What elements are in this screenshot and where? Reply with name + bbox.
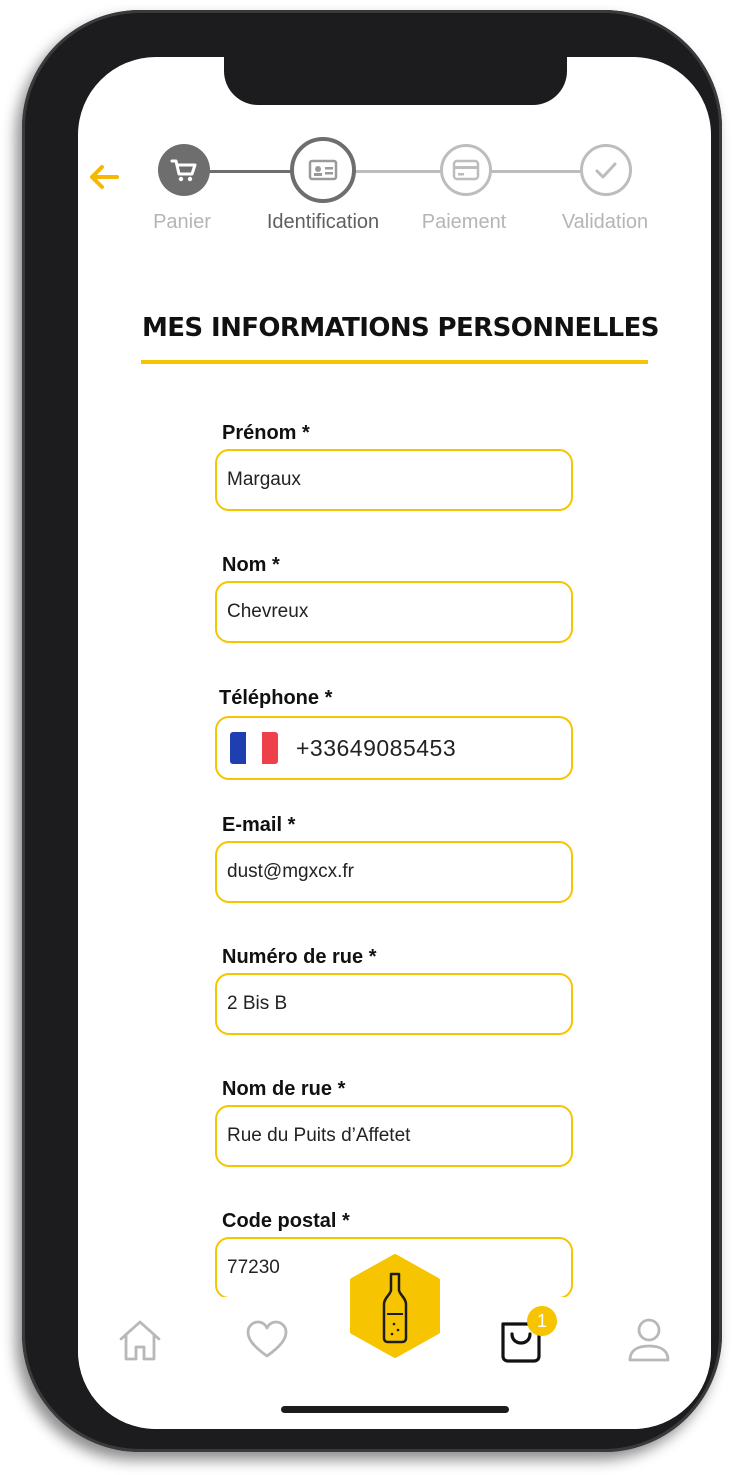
email-label: E-mail * [222,814,296,836]
last-name-field[interactable] [215,581,573,643]
last-name-label: Nom * [222,554,280,576]
street-name-field[interactable] [215,1105,573,1167]
step-label-identification: Identification [266,211,380,233]
id-card-icon [308,158,338,182]
street-name-label: Nom de rue * [222,1078,346,1100]
check-circle-icon [593,159,619,181]
heart-icon[interactable] [243,1316,291,1364]
page-title: MES INFORMATIONS PERSONNELLES [142,313,660,343]
stepper-connector [348,170,444,173]
phone-number-value: +33649085453 [296,734,457,761]
cart-badge: 1 [527,1306,557,1336]
first-name-label: Prénom * [222,422,310,444]
street-number-label: Numéro de rue * [222,946,377,968]
cart-icon [169,155,199,185]
step-label-cart: Panier [153,211,211,233]
first-name-field[interactable] [215,449,573,511]
step-label-payment: Paiement [421,211,507,233]
step-validation[interactable] [580,144,632,196]
step-cart[interactable] [158,144,210,196]
device-notch [224,57,567,105]
arrow-left-icon[interactable] [86,159,122,195]
france-flag-icon[interactable] [230,732,278,764]
app-screen: Panier Identification Paiement Validatio… [78,57,711,1429]
street-number-field[interactable] [215,973,573,1035]
postal-code-label: Code postal * [222,1210,350,1232]
phone-frame: Panier Identification Paiement Validatio… [22,10,722,1452]
user-icon[interactable] [625,1315,673,1365]
home-icon[interactable] [116,1316,164,1364]
step-label-validation: Validation [561,211,649,233]
step-identification[interactable] [290,137,356,203]
phone-field[interactable]: +33649085453 [215,716,573,780]
credit-card-icon [452,159,480,181]
title-underline [141,360,648,364]
home-indicator[interactable] [281,1406,509,1413]
phone-label: Téléphone * [219,687,333,709]
stepper-connector [490,170,584,173]
step-payment[interactable] [440,144,492,196]
email-field[interactable] [215,841,573,903]
bottle-icon[interactable] [348,1254,442,1358]
